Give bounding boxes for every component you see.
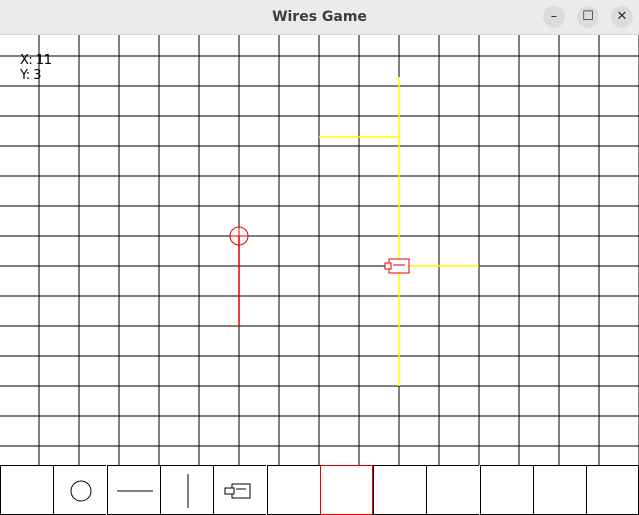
tool-empty-8[interactable] <box>426 465 479 515</box>
board-items <box>229 77 479 386</box>
minimize-button[interactable]: – <box>543 6 565 28</box>
tool-horizontal-wire-2[interactable] <box>107 465 160 515</box>
circle-icon <box>70 480 92 502</box>
tool-empty-9[interactable] <box>480 465 533 515</box>
cursor-x-readout: X: 11 <box>20 53 52 68</box>
tool-vertical-wire-3[interactable] <box>160 465 213 515</box>
window-titlebar[interactable]: Wires Game – ☐ ✕ <box>0 0 639 35</box>
grid-lines <box>0 35 639 465</box>
tool-battery-4[interactable] <box>213 465 266 515</box>
tool-empty-11[interactable] <box>586 465 639 515</box>
tool-node-1[interactable] <box>53 465 106 515</box>
maximize-button[interactable]: ☐ <box>577 6 599 28</box>
cursor-y-readout: Y: 3 <box>20 68 42 83</box>
game-board[interactable] <box>0 35 639 465</box>
horizontal-line-icon <box>117 490 153 492</box>
battery-icon <box>384 258 410 274</box>
tool-empty-10[interactable] <box>533 465 586 515</box>
tool-empty-7[interactable] <box>373 465 426 515</box>
vertical-line-icon <box>187 474 189 508</box>
tool-empty-5[interactable] <box>267 465 320 515</box>
close-button[interactable]: ✕ <box>611 6 633 28</box>
tool-empty-6[interactable] <box>320 465 373 515</box>
battery-icon <box>224 483 251 499</box>
tool-empty-0[interactable] <box>0 465 53 515</box>
tool-palette <box>0 465 639 515</box>
